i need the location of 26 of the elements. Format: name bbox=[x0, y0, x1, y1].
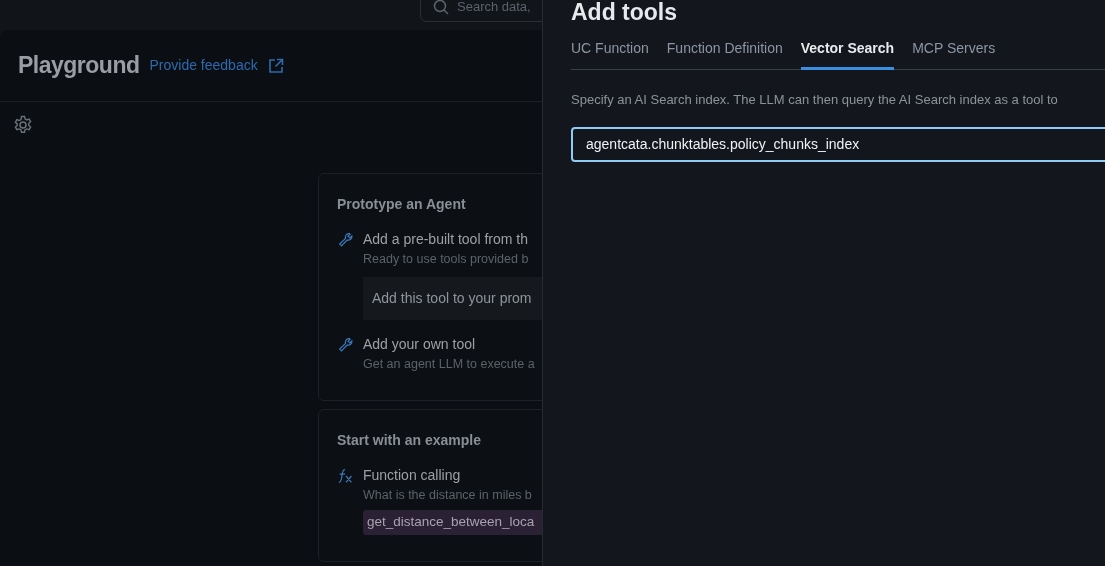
search-placeholder: Search data, bbox=[457, 0, 531, 17]
index-field[interactable]: agentcata.chunktables.policy_chunks_index bbox=[571, 126, 1105, 162]
item-title[interactable]: Add your own tool bbox=[363, 333, 535, 355]
item-description: Get an agent LLM to execute a bbox=[363, 355, 535, 373]
code-chip: get_distance_between_loca bbox=[363, 510, 543, 535]
item-title[interactable]: Function calling bbox=[363, 464, 543, 486]
description-text: Specify an AI Search index. The LLM can then query the AI Search index as a tool to bbox=[571, 91, 1059, 109]
item-description: Ready to use tools provided b bbox=[363, 251, 530, 268]
tab[interactable]: MCP Servers bbox=[912, 38, 996, 70]
function-icon bbox=[337, 466, 355, 485]
tab[interactable]: Vector Search bbox=[800, 38, 895, 70]
drawer-title: Add tools bbox=[571, 0, 679, 27]
tab[interactable]: Function Definition bbox=[666, 38, 783, 70]
settings-icon[interactable] bbox=[13, 115, 33, 135]
add-tool-button[interactable]: Add this tool to your prom bbox=[363, 276, 543, 320]
tab[interactable]: UC Function bbox=[571, 38, 649, 70]
page-title: Playground bbox=[18, 51, 140, 81]
wrench-icon bbox=[337, 335, 355, 354]
card-title: Start with an example bbox=[337, 430, 482, 450]
feedback-link[interactable]: Provide feedback bbox=[149, 55, 258, 76]
external-link-icon[interactable] bbox=[267, 57, 284, 74]
wrench-icon bbox=[337, 231, 355, 249]
card-title: Prototype an Agent bbox=[337, 195, 467, 214]
search-icon bbox=[433, 0, 449, 15]
item-description: What is the distance in miles b bbox=[363, 486, 533, 504]
item-title[interactable]: Add a pre-built tool from th bbox=[363, 229, 543, 250]
